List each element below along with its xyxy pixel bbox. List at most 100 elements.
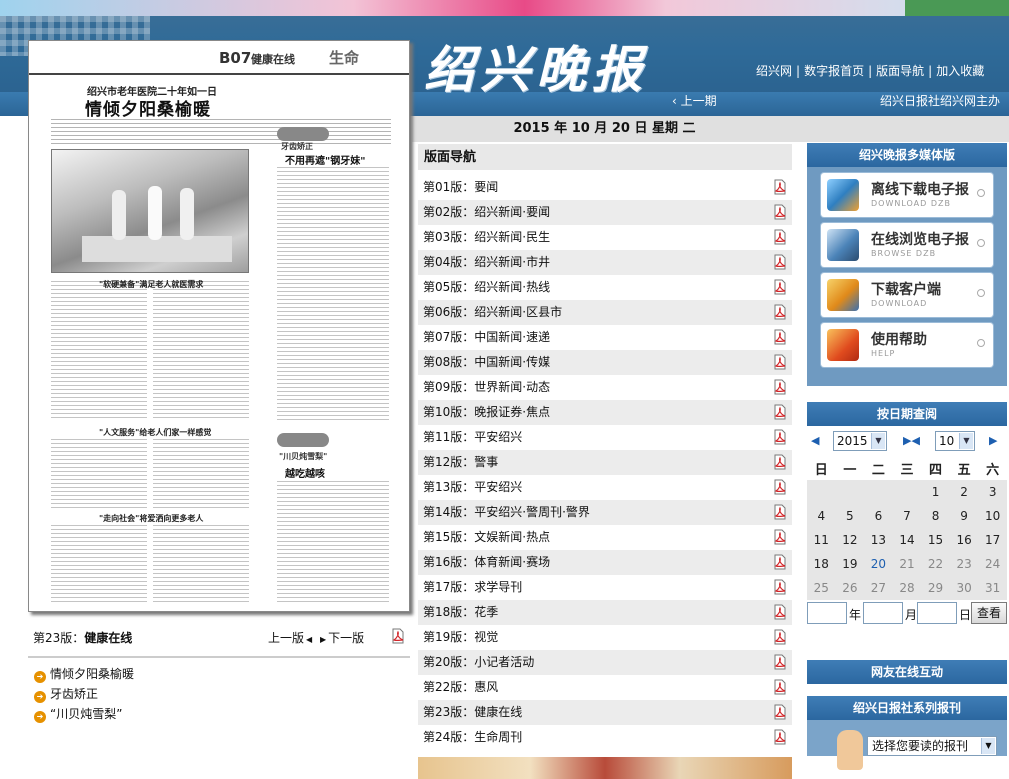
pdf-icon[interactable] (772, 554, 788, 570)
calendar-day[interactable]: 5 (835, 504, 865, 528)
pdf-icon[interactable] (772, 679, 788, 695)
calendar-day[interactable]: 10 (978, 504, 1007, 528)
page-nav-item[interactable]: 第08版：中国新闻·传媒 (418, 350, 792, 375)
page-nav-item[interactable]: 第05版：绍兴新闻·热线 (418, 275, 792, 300)
calendar-day[interactable]: 30 (949, 576, 979, 600)
current-page-pdf-icon[interactable] (390, 628, 406, 644)
page-nav-item[interactable]: 第15版：文娱新闻·热点 (418, 525, 792, 550)
page-nav-item[interactable]: 第14版：平安绍兴·警周刊·警界 (418, 500, 792, 525)
help-button[interactable]: 使用帮助 HELP (821, 323, 993, 367)
page-nav-item[interactable]: 第12版：警事 (418, 450, 792, 475)
link-add-favorite[interactable]: 加入收藏 (936, 64, 984, 78)
year-select[interactable]: 2015 ▼ (833, 431, 887, 451)
page-nav-item[interactable]: 第04版：绍兴新闻·市井 (418, 250, 792, 275)
pdf-icon[interactable] (772, 379, 788, 395)
calendar-day[interactable]: 6 (864, 504, 893, 528)
link-digital-home[interactable]: 数字报首页 (804, 64, 864, 78)
page-nav-item[interactable]: 第13版：平安绍兴 (418, 475, 792, 500)
article-link[interactable]: ➔ “川贝炖雪梨” (28, 704, 410, 724)
prev-page-button[interactable]: 上一版 (268, 631, 304, 645)
page-nav-item[interactable]: 第18版：花季 (418, 600, 792, 625)
calendar-day[interactable]: 1 (921, 480, 950, 504)
year-input[interactable] (807, 602, 847, 624)
calendar-day[interactable]: 13 (864, 528, 893, 552)
paper-select[interactable]: 选择您要读的报刊 ▼ (867, 736, 997, 756)
pdf-icon[interactable] (772, 704, 788, 720)
page-nav-item[interactable]: 第02版：绍兴新闻·要闻 (418, 200, 792, 225)
calendar-day[interactable]: 8 (921, 504, 950, 528)
pdf-icon[interactable] (772, 254, 788, 270)
pdf-icon[interactable] (772, 229, 788, 245)
browse-dzb-button[interactable]: 在线浏览电子报 BROWSE DZB (821, 223, 993, 267)
pdf-icon[interactable] (772, 279, 788, 295)
pdf-icon[interactable] (772, 479, 788, 495)
pdf-icon[interactable] (772, 629, 788, 645)
calendar-day[interactable]: 19 (835, 552, 865, 576)
page-nav-item[interactable]: 第10版：晚报证券·焦点 (418, 400, 792, 425)
prev-issue-link[interactable]: ‹ 上一期 (672, 92, 717, 109)
next-month-icon[interactable]: ▶ (989, 434, 997, 447)
pdf-icon[interactable] (772, 604, 788, 620)
calendar-day[interactable]: 24 (978, 552, 1007, 576)
calendar-day[interactable]: 4 (807, 504, 836, 528)
calendar-day[interactable]: 31 (978, 576, 1007, 600)
pdf-icon[interactable] (772, 404, 788, 420)
pdf-icon[interactable] (772, 579, 788, 595)
link-shaoxing-net[interactable]: 绍兴网 (756, 64, 792, 78)
calendar-day[interactable]: 25 (807, 576, 836, 600)
calendar-day[interactable]: 9 (949, 504, 979, 528)
side-title[interactable]: 不用再遮"钢牙妹" (285, 152, 365, 167)
calendar-day[interactable]: 23 (949, 552, 979, 576)
calendar-day[interactable]: 11 (807, 528, 836, 552)
month-input[interactable] (863, 602, 903, 624)
article-link[interactable]: ➔ 牙齿矫正 (28, 684, 410, 704)
calendar-day[interactable]: 21 (892, 552, 922, 576)
calendar-day[interactable]: 18 (807, 552, 836, 576)
month-select[interactable]: 10 ▼ (935, 431, 975, 451)
page-nav-item[interactable]: 第11版：平安绍兴 (418, 425, 792, 450)
download-dzb-button[interactable]: 离线下载电子报 DOWNLOAD DZB (821, 173, 993, 217)
page-nav-item[interactable]: 第19版：视觉 (418, 625, 792, 650)
pdf-icon[interactable] (772, 504, 788, 520)
calendar-day[interactable]: 26 (835, 576, 865, 600)
calendar-day[interactable]: 7 (892, 504, 922, 528)
calendar-day[interactable]: 20 (864, 552, 893, 576)
page-nav-item[interactable]: 第09版：世界新闻·动态 (418, 375, 792, 400)
calendar-day[interactable]: 14 (892, 528, 922, 552)
pdf-icon[interactable] (772, 454, 788, 470)
page-nav-item[interactable]: 第03版：绍兴新闻·民生 (418, 225, 792, 250)
page-nav-item[interactable]: 第23版：健康在线 (418, 700, 792, 725)
day-input[interactable] (917, 602, 957, 624)
calendar-day[interactable]: 22 (921, 552, 950, 576)
side-title[interactable]: 越吃越咳 (285, 465, 325, 480)
pdf-icon[interactable] (772, 654, 788, 670)
calendar-day[interactable]: 15 (921, 528, 950, 552)
calendar-day[interactable]: 27 (864, 576, 893, 600)
pdf-icon[interactable] (772, 729, 788, 745)
prev-year-icon[interactable]: ◀ (811, 434, 819, 447)
page-nav-item[interactable]: 第22版：惠风 (418, 675, 792, 700)
next-year-icon[interactable]: ▶◀ (903, 434, 920, 447)
article-headline[interactable]: 情倾夕阳桑榆暖 (85, 95, 211, 120)
page-nav-item[interactable]: 第07版：中国新闻·速递 (418, 325, 792, 350)
calendar-day[interactable]: 2 (949, 480, 979, 504)
pdf-icon[interactable] (772, 204, 788, 220)
pdf-icon[interactable] (772, 329, 788, 345)
interact-box[interactable]: 网友在线互动 (807, 660, 1007, 684)
pdf-icon[interactable] (772, 429, 788, 445)
article-link[interactable]: ➔ 情倾夕阳桑榆暖 (28, 664, 410, 684)
page-nav-item[interactable]: 第06版：绍兴新闻·区县市 (418, 300, 792, 325)
calendar-day[interactable]: 28 (892, 576, 922, 600)
pdf-icon[interactable] (772, 354, 788, 370)
calendar-day[interactable]: 17 (978, 528, 1007, 552)
query-button[interactable]: 查看 (971, 602, 1007, 624)
page-nav-item[interactable]: 第24版：生命周刊 (418, 725, 792, 750)
link-page-nav[interactable]: 版面导航 (876, 64, 924, 78)
calendar-day[interactable]: 3 (978, 480, 1007, 504)
pdf-icon[interactable] (772, 529, 788, 545)
calendar-day[interactable]: 12 (835, 528, 865, 552)
calendar-day[interactable]: 29 (921, 576, 950, 600)
page-nav-item[interactable]: 第17版：求学导刊 (418, 575, 792, 600)
calendar-day[interactable]: 16 (949, 528, 979, 552)
page-nav-item[interactable]: 第20版：小记者活动 (418, 650, 792, 675)
